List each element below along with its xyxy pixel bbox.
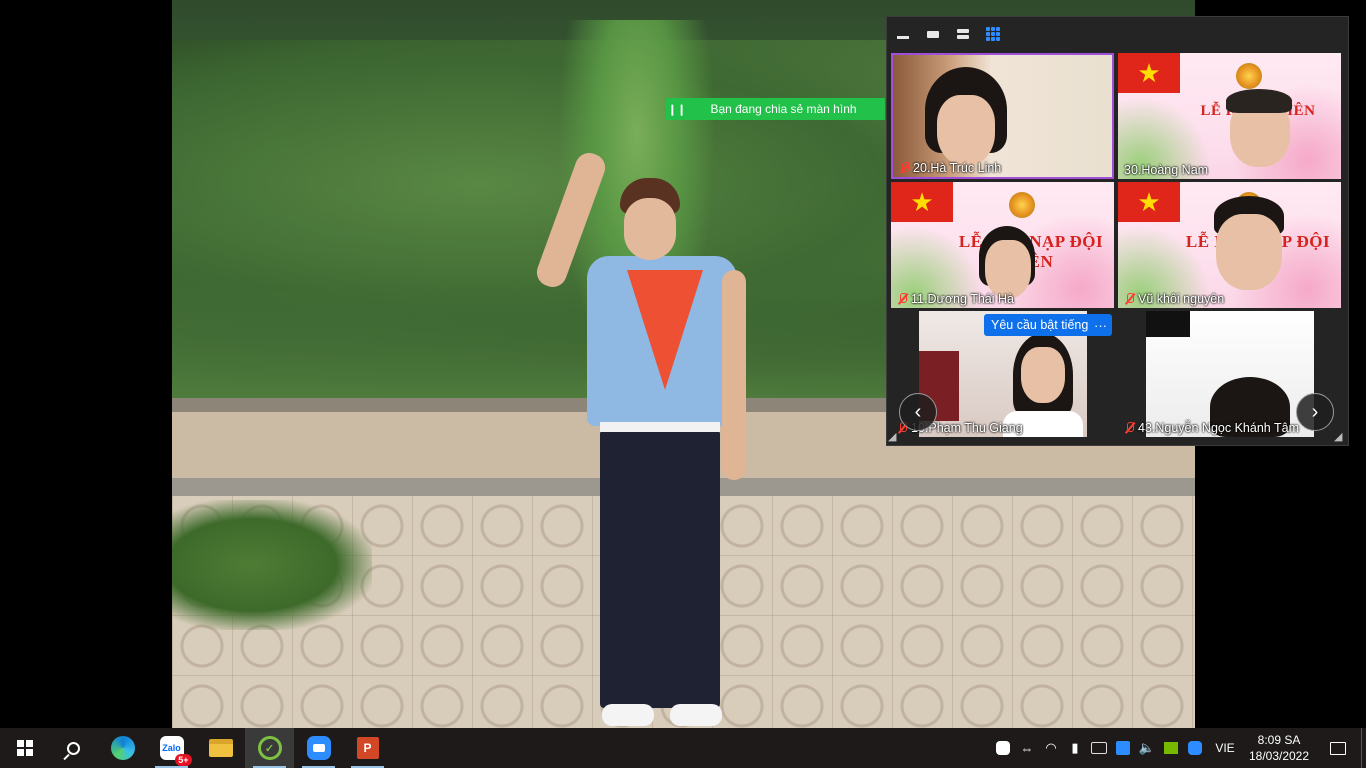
participant-name: 20.Hà Trúc Linh — [899, 161, 1001, 175]
taskbar-green-app[interactable]: ✓ — [245, 728, 294, 768]
next-page-icon[interactable]: › — [1296, 393, 1334, 431]
minimize-icon[interactable] — [895, 26, 911, 42]
mic-muted-icon — [897, 293, 908, 305]
resize-handle-icon[interactable]: ◢ — [1334, 431, 1346, 443]
flag-icon: ★ — [1118, 182, 1180, 222]
grid-view-icon[interactable] — [985, 26, 1001, 42]
app-tray-icon[interactable] — [1111, 728, 1135, 768]
show-desktop-button[interactable] — [1361, 728, 1366, 768]
input-language[interactable]: VIE — [1207, 741, 1243, 755]
participant-tile[interactable]: ★ LỄ K ĐỘI VIÊN 30.Hoàng Nam — [1118, 53, 1341, 179]
taskbar-zoom[interactable] — [294, 728, 343, 768]
taskbar-powerpoint[interactable]: P — [343, 728, 392, 768]
mic-muted-icon — [899, 162, 910, 174]
single-view-icon[interactable] — [925, 26, 941, 42]
saluting-teacher — [532, 149, 752, 728]
battery-icon[interactable] — [1087, 728, 1111, 768]
request-unmute-button[interactable]: Yêu cầu bật tiếng — [984, 314, 1096, 336]
nvidia-icon[interactable] — [1159, 728, 1183, 768]
search-icon — [67, 741, 80, 755]
clock-time: 8:09 SA — [1257, 733, 1301, 747]
taskbar-edge[interactable] — [98, 728, 147, 768]
windows-taskbar: Zalo 5+ ✓ P ⇔ ◠ ▮ 🔈 VIE 8:09 SA 18/03/20… — [0, 728, 1366, 768]
pioneer-badge-icon — [1236, 63, 1262, 89]
participant-tile[interactable]: ★ LỄ KẾT NẠP ĐỘI VIÊN Vũ khôi nguyên — [1118, 182, 1341, 308]
start-button[interactable] — [0, 728, 49, 768]
pioneer-badge-icon — [1009, 192, 1035, 218]
participant-name: Vũ khôi nguyên — [1124, 292, 1224, 306]
grass-patch — [172, 500, 372, 630]
taskbar-zalo[interactable]: Zalo 5+ — [147, 728, 196, 768]
green-app-icon: ✓ — [257, 736, 282, 760]
drag-handle-icon[interactable]: ❙❙ — [666, 103, 688, 116]
desktop-screen: ❙❙ Bạn đang chia sẻ màn hình 20.Hà Trúc … — [0, 0, 1366, 768]
wifi-icon[interactable]: ◠ — [1039, 728, 1063, 768]
share-banner-label: Bạn đang chia sẻ màn hình — [710, 102, 857, 116]
volume-icon[interactable]: 🔈 — [1135, 728, 1159, 768]
mic-muted-icon — [1124, 293, 1135, 305]
clock[interactable]: 8:09 SA 18/03/2022 — [1243, 732, 1315, 764]
participant-tile[interactable]: 20.Hà Trúc Linh — [891, 53, 1114, 179]
edge-browser-icon — [110, 736, 135, 760]
participant-name: 30.Hoàng Nam — [1124, 163, 1209, 177]
flag-icon: ★ — [1118, 53, 1180, 93]
search-button[interactable] — [49, 728, 98, 768]
notification-badge: 5+ — [175, 754, 192, 766]
zoom-icon — [306, 736, 331, 760]
more-options-button[interactable]: ··· — [1089, 314, 1112, 336]
taskbar-file-explorer[interactable] — [196, 728, 245, 768]
participant-name: 43.Nguyễn Ngọc Khánh Tâm — [1124, 421, 1299, 435]
windows-logo-icon — [16, 740, 33, 756]
folder-icon — [208, 739, 233, 757]
microphone-icon[interactable]: ▮ — [1063, 728, 1087, 768]
network-share-icon[interactable]: ⇔ — [1015, 728, 1039, 768]
system-tray: ⇔ ◠ ▮ 🔈 VIE 8:09 SA 18/03/2022 — [991, 728, 1366, 768]
split-view-icon[interactable] — [955, 26, 971, 42]
zoom-tray-icon[interactable] — [1183, 728, 1207, 768]
participant-name: 11.Dương Thái Hà — [897, 292, 1014, 306]
screen-share-banner[interactable]: ❙❙ Bạn đang chia sẻ màn hình — [666, 98, 885, 120]
participant-tile[interactable]: ★ LỄ KẾT NẠP ĐỘI VIÊN 11.Dương Thái Hà — [891, 182, 1114, 308]
clock-date: 18/03/2022 — [1248, 749, 1310, 763]
zalo-icon: Zalo 5+ — [159, 736, 192, 766]
resize-handle-icon[interactable]: ◢ — [888, 431, 900, 443]
powerpoint-icon: P — [356, 737, 379, 759]
zalo-tray-icon[interactable] — [991, 728, 1015, 768]
gallery-toolbar — [887, 17, 1348, 51]
previous-page-icon[interactable]: ‹ — [899, 393, 937, 431]
notification-center-icon[interactable] — [1315, 728, 1361, 768]
mic-muted-icon — [1124, 422, 1135, 434]
flag-icon: ★ — [891, 182, 953, 222]
